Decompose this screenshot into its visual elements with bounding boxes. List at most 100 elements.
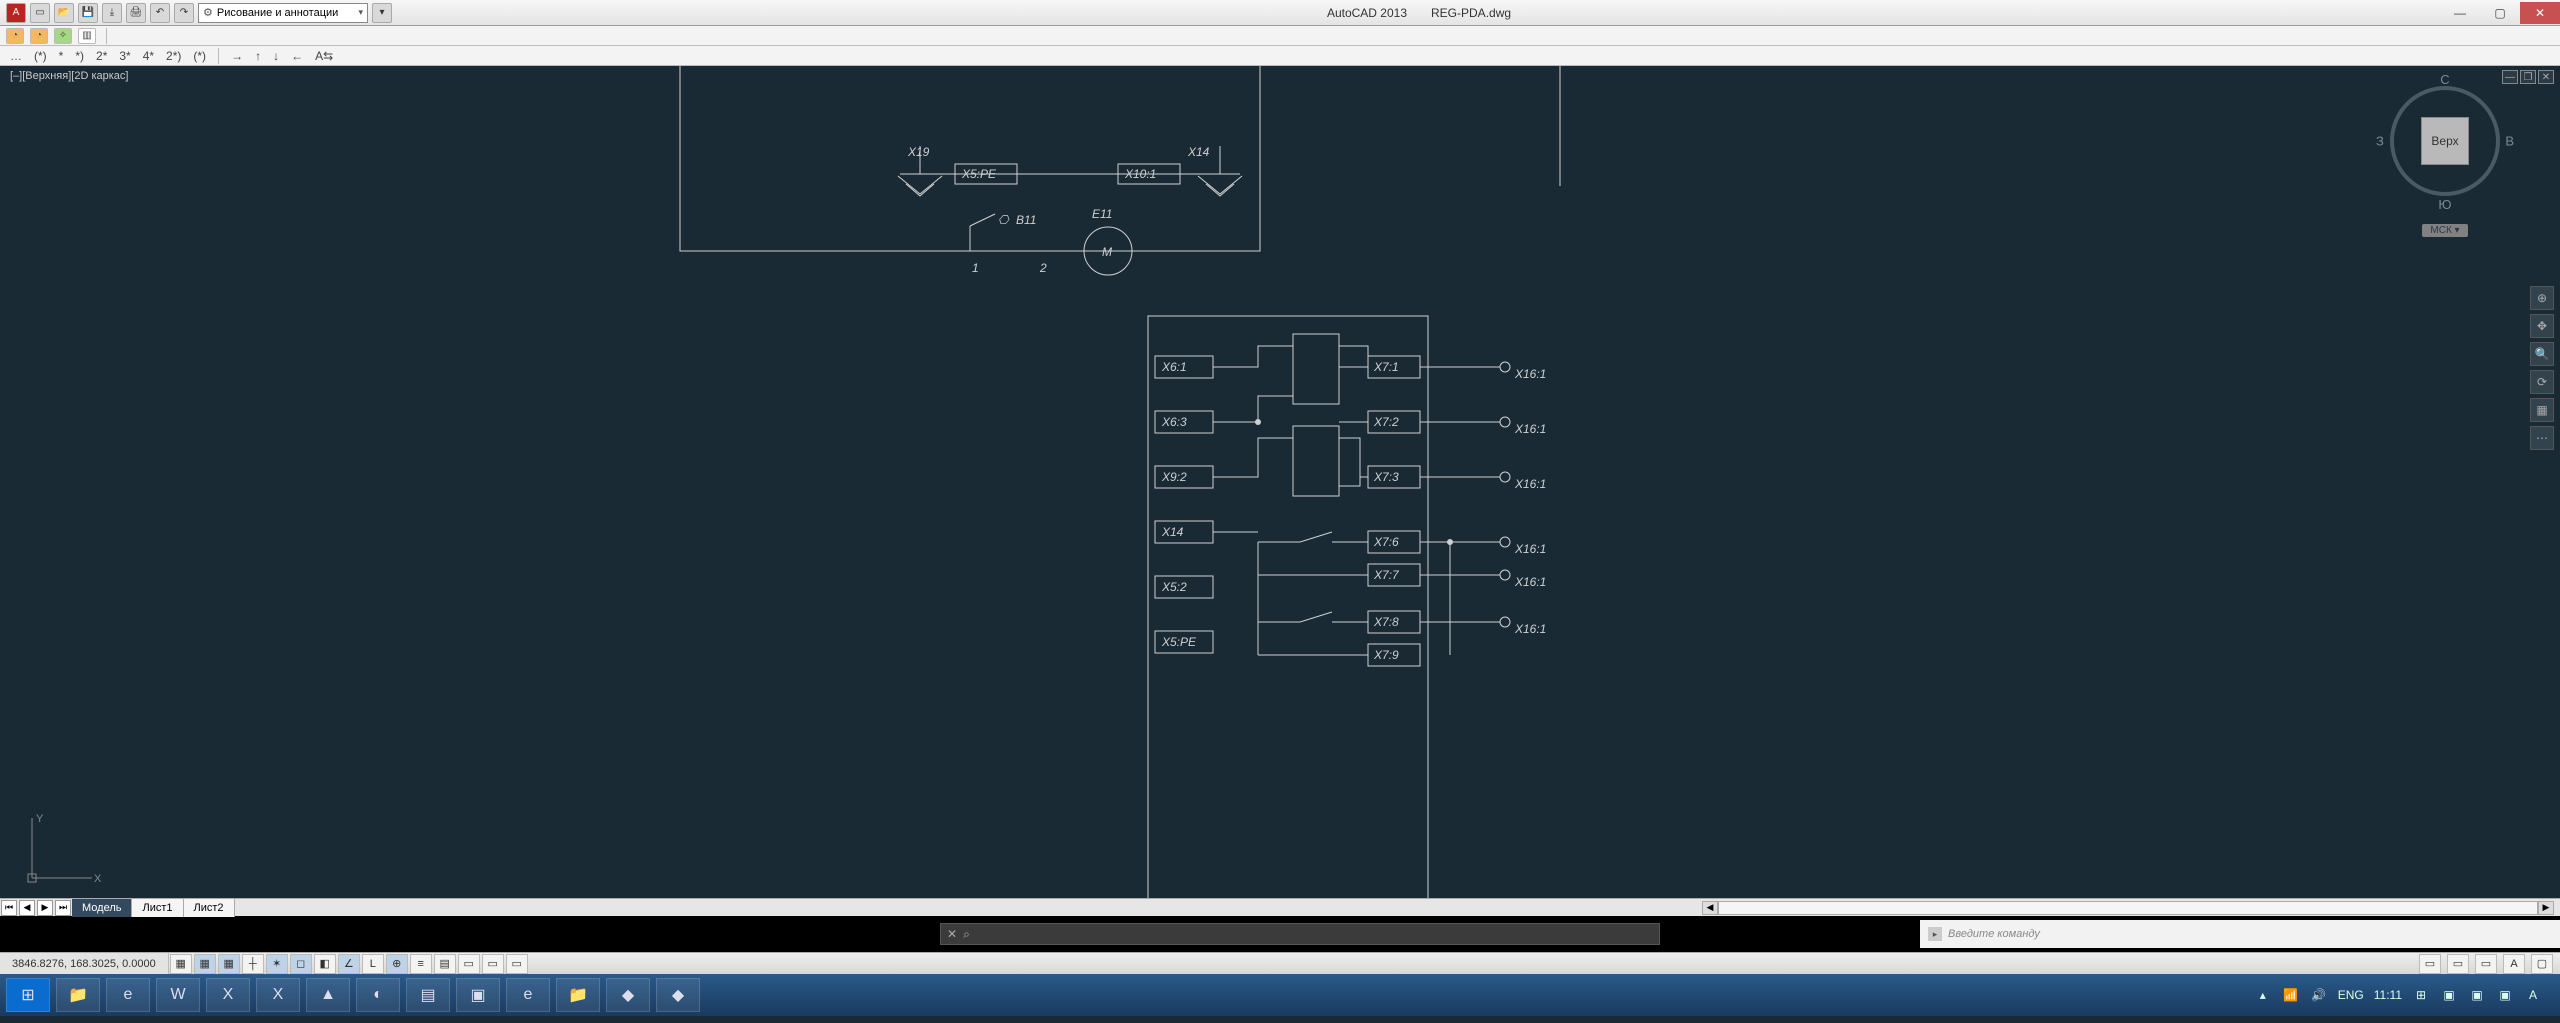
start-button[interactable]: ⊞ [6, 978, 50, 1012]
qat-open-icon[interactable]: 📂 [54, 3, 74, 23]
tb3-0[interactable]: … [6, 49, 26, 63]
tab-first-button[interactable]: ⏮ [1, 900, 17, 916]
tb3-6[interactable]: 4* [139, 49, 158, 63]
tray-app3-icon[interactable]: ▣ [2496, 986, 2514, 1004]
tb2-btn-2[interactable]: ◔ [30, 28, 48, 44]
close-icon[interactable]: ✕ [947, 927, 957, 941]
nav-zoom-icon[interactable]: 🔍 [2530, 342, 2554, 366]
status-grid-icon[interactable]: ▦ [218, 954, 240, 974]
tray-up-icon[interactable]: ▴ [2254, 986, 2272, 1004]
viewcube-face[interactable]: Верх [2422, 118, 2468, 164]
minimize-button[interactable]: — [2440, 2, 2480, 24]
tab-model[interactable]: Модель [72, 899, 132, 917]
qat-undo-icon[interactable]: ↶ [150, 3, 170, 23]
tab-layout1[interactable]: Лист1 [132, 899, 183, 917]
maximize-button[interactable]: ▢ [2480, 2, 2520, 24]
tb3-3[interactable]: *) [71, 49, 88, 63]
task-app3-icon[interactable]: ◆ [656, 978, 700, 1012]
viewcube-ring[interactable]: С Ю В З Верх [2390, 86, 2500, 196]
status-model-icon[interactable]: ▭ [2419, 954, 2441, 974]
status-annoscale-icon[interactable]: A [2503, 954, 2525, 974]
tray-action-icon[interactable]: ⊞ [2412, 986, 2430, 1004]
task-pdf-icon[interactable]: ▤ [406, 978, 450, 1012]
status-polar-icon[interactable]: ✶ [266, 954, 288, 974]
nav-more-icon[interactable]: ⋯ [2530, 426, 2554, 450]
qat-new-icon[interactable]: ▭ [30, 3, 50, 23]
command-field-compact[interactable]: ✕ ⌕ [940, 923, 1660, 945]
status-snap-icon[interactable]: ▦ [194, 954, 216, 974]
task-excel2-icon[interactable]: X [256, 978, 300, 1012]
status-maximize-icon[interactable]: ▢ [2531, 954, 2553, 974]
task-word-icon[interactable]: W [156, 978, 200, 1012]
tray-time[interactable]: 11:11 [2374, 988, 2402, 1002]
tb3-7[interactable]: 2*) [162, 49, 185, 63]
status-layout-icon[interactable]: ▭ [2447, 954, 2469, 974]
task-ie2-icon[interactable]: e [506, 978, 550, 1012]
status-osnap-icon[interactable]: ◻ [290, 954, 312, 974]
status-ortho-icon[interactable]: ┼ [242, 954, 264, 974]
task-app2-icon[interactable]: ◆ [606, 978, 650, 1012]
command-history-icon[interactable]: ▸ [1928, 927, 1942, 941]
tray-app1-icon[interactable]: ▣ [2440, 986, 2458, 1004]
task-explorer-icon[interactable]: 📁 [56, 978, 100, 1012]
task-dwg-icon[interactable]: ▲ [306, 978, 350, 1012]
tb3-8[interactable]: (*) [189, 49, 210, 63]
tab-next-button[interactable]: ▶ [37, 900, 53, 916]
status-3dosnap-icon[interactable]: ◧ [314, 954, 336, 974]
task-app-icon[interactable]: ▣ [456, 978, 500, 1012]
hscroll-right[interactable]: ▶ [2538, 901, 2554, 915]
tb3-2[interactable]: * [55, 49, 68, 63]
status-otrack-icon[interactable]: ∠ [338, 954, 360, 974]
tray-vol-icon[interactable]: 🔊 [2310, 986, 2328, 1004]
tray-app2-icon[interactable]: ▣ [2468, 986, 2486, 1004]
workspace-selector[interactable]: ⚙ Рисование и аннотации ▾ [198, 3, 368, 23]
task-folder2-icon[interactable]: 📁 [556, 978, 600, 1012]
viewcube[interactable]: С Ю В З Верх МСК ▾ [2370, 86, 2520, 266]
nav-pan-icon[interactable]: ✥ [2530, 314, 2554, 338]
status-am-icon[interactable]: ▭ [506, 954, 528, 974]
hscroll-left[interactable]: ◀ [1702, 901, 1718, 915]
app-menu-icon[interactable]: A [6, 3, 26, 23]
status-lwt-icon[interactable]: ≡ [410, 954, 432, 974]
viewcube-cs[interactable]: МСК ▾ [2422, 224, 2467, 237]
tb2-btn-1[interactable]: ◔ [6, 28, 24, 44]
tb3-11[interactable]: ↓ [269, 49, 283, 63]
tray-net-icon[interactable]: 📶 [2282, 986, 2300, 1004]
tab-prev-button[interactable]: ◀ [19, 900, 35, 916]
status-tpy-icon[interactable]: ▤ [434, 954, 456, 974]
qat-save-icon[interactable]: 💾 [78, 3, 98, 23]
tb2-btn-3[interactable]: ✧ [54, 28, 72, 44]
tab-last-button[interactable]: ⏭ [55, 900, 71, 916]
tb3-5[interactable]: 3* [115, 49, 134, 63]
status-coords[interactable]: 3846.8276, 168.3025, 0.0000 [0, 953, 169, 974]
tray-lang[interactable]: ENG [2338, 988, 2364, 1002]
tray-acad-icon[interactable]: A [2524, 986, 2542, 1004]
status-qv-icon[interactable]: ▭ [2475, 954, 2497, 974]
tab-layout2[interactable]: Лист2 [184, 899, 235, 917]
qat-saveas-icon[interactable]: ⤓ [102, 3, 122, 23]
schematic-canvas[interactable]: X5:PE X10:1 X19 X14 ⎔ B11 1 2 M E11 X6:1… [0, 66, 2560, 898]
qat-plot-icon[interactable]: 🖨 [126, 3, 146, 23]
viewcube-north[interactable]: С [2440, 72, 2449, 87]
viewcube-south[interactable]: Ю [2438, 197, 2451, 212]
tb3-12[interactable]: ← [287, 49, 307, 63]
task-chrome-icon[interactable]: ◐ [356, 978, 400, 1012]
status-ducs-icon[interactable]: L [362, 954, 384, 974]
viewcube-west[interactable]: З [2376, 134, 2384, 149]
status-sc-icon[interactable]: ▭ [482, 954, 504, 974]
close-button[interactable]: ✕ [2520, 2, 2560, 24]
status-infer-icon[interactable]: ▦ [170, 954, 192, 974]
tb3-9[interactable]: → [227, 49, 247, 63]
tb2-btn-4[interactable]: ▥ [78, 28, 96, 44]
tb3-10[interactable]: ↑ [251, 49, 265, 63]
qat-more-icon[interactable]: ▾ [372, 3, 392, 23]
nav-showmotion-icon[interactable]: ▦ [2530, 398, 2554, 422]
task-ie-icon[interactable]: e [106, 978, 150, 1012]
qat-redo-icon[interactable]: ↷ [174, 3, 194, 23]
status-dyn-icon[interactable]: ⊕ [386, 954, 408, 974]
drawing-viewport[interactable]: [–][Верхняя][2D каркас] — ❐ ✕ X5:PE X10:… [0, 66, 2560, 898]
tb3-1[interactable]: (*) [30, 49, 51, 63]
viewcube-east[interactable]: В [2505, 134, 2514, 149]
hscroll-track[interactable] [1718, 901, 2538, 915]
nav-orbit-icon[interactable]: ⟳ [2530, 370, 2554, 394]
